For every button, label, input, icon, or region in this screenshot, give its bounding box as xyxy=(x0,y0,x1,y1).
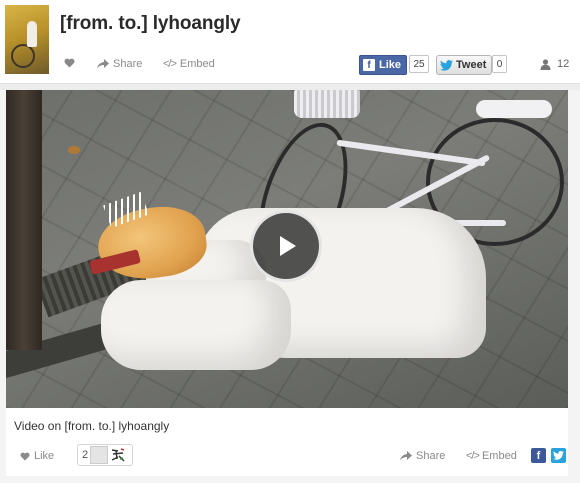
footer-share-button[interactable]: Share xyxy=(400,450,445,462)
facebook-like-count: 25 xyxy=(409,55,429,73)
footer-share-label: Share xyxy=(416,450,446,462)
code-icon: </> xyxy=(163,58,177,70)
video-frame-bicycle-basket xyxy=(294,90,360,118)
twitter-bird-icon xyxy=(440,59,453,71)
user-icon xyxy=(540,58,551,70)
tweet-count: 0 xyxy=(492,55,507,73)
heart-icon xyxy=(20,452,30,461)
twitter-share-icon[interactable] xyxy=(551,448,566,463)
facebook-share-icon[interactable]: f xyxy=(531,448,546,463)
twitter-bird-icon xyxy=(553,451,564,460)
likers-box[interactable]: 2 xyxy=(77,444,133,466)
thumbnail-figure xyxy=(27,21,37,47)
footer-embed-button[interactable]: </> Embed xyxy=(466,450,517,462)
video-frame-white-sheet xyxy=(101,280,291,370)
footer-like-button[interactable]: Like xyxy=(20,450,54,462)
like-button[interactable] xyxy=(64,58,75,68)
follower-count-value: 12 xyxy=(557,58,570,70)
video-frame-bicycle-saddle xyxy=(476,100,552,118)
video-caption[interactable]: Video on [from. to.] lyhoangly xyxy=(14,419,169,433)
video-caption-bar: Video on [from. to.] lyhoangly Like 2 Sh… xyxy=(6,408,568,476)
page-title[interactable]: [from. to.] lyhoangly xyxy=(60,13,241,35)
embed-button[interactable]: </> Embed xyxy=(163,58,215,70)
share-label: Share xyxy=(113,58,143,70)
video-frame-tree-trunk xyxy=(6,90,42,350)
play-icon xyxy=(280,236,296,256)
share-arrow-icon xyxy=(400,451,412,461)
facebook-icon: f xyxy=(363,59,375,71)
tweet-button[interactable]: Tweet xyxy=(436,55,493,75)
code-icon: </> xyxy=(466,450,480,462)
header-divider xyxy=(0,83,580,90)
video-frame-leaf xyxy=(68,146,80,154)
share-button[interactable]: Share xyxy=(97,58,142,70)
footer-like-label: Like xyxy=(34,450,55,462)
liker-count: 2 xyxy=(82,449,89,461)
footer-embed-label: Embed xyxy=(481,450,517,462)
play-button[interactable] xyxy=(250,210,322,282)
video-player[interactable] xyxy=(6,90,568,408)
avatar[interactable] xyxy=(90,446,109,464)
embed-label: Embed xyxy=(179,58,215,70)
tweet-label: Tweet xyxy=(456,59,487,71)
sketch-avatar-icon xyxy=(111,448,125,462)
avatar[interactable] xyxy=(110,447,126,463)
facebook-like-label: Like xyxy=(379,59,402,71)
heart-icon xyxy=(64,58,75,68)
follower-count[interactable]: 12 xyxy=(540,58,569,70)
facebook-like-button[interactable]: f Like xyxy=(359,55,408,75)
page-header: [from. to.] lyhoangly Share </> Embed f … xyxy=(0,0,580,88)
share-arrow-icon xyxy=(97,59,109,69)
